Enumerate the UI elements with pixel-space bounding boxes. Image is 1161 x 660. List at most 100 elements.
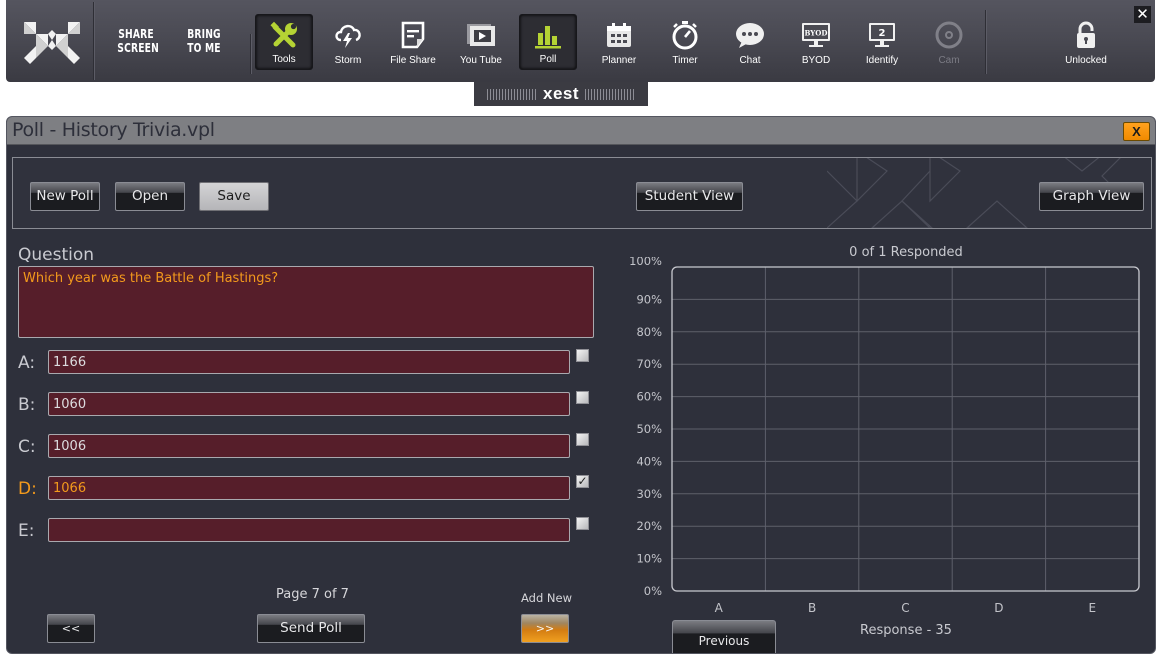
tools-icon xyxy=(270,21,297,48)
share-screen-button[interactable]: SHARE SCREEN xyxy=(117,27,159,55)
window-close-button[interactable]: X xyxy=(1123,122,1150,141)
tool-poll[interactable]: Poll xyxy=(519,14,577,70)
identify-monitor-icon: 2 xyxy=(869,23,895,47)
lock-label: Unlocked xyxy=(1065,55,1107,66)
window-title: Poll - History Trivia.vpl xyxy=(12,119,215,141)
tool-cam[interactable]: Cam xyxy=(920,14,978,70)
y-tick-label: 20% xyxy=(636,519,662,533)
tool-timer-label: Timer xyxy=(672,55,698,66)
y-tick-label: 0% xyxy=(644,584,662,598)
poll-actions-panel: New Poll Open Save Student View Graph Vi… xyxy=(12,157,1152,229)
tool-storm-label: Storm xyxy=(334,55,362,66)
x-tick-label: A xyxy=(715,601,724,615)
tool-chat-label: Chat xyxy=(739,55,761,66)
tool-timer[interactable]: Timer xyxy=(656,14,714,70)
y-tick-label: 90% xyxy=(636,292,662,306)
x-tick-label: D xyxy=(994,601,1003,615)
tool-planner[interactable]: Planner xyxy=(590,14,648,70)
tool-planner-label: Planner xyxy=(601,55,637,66)
brand-grip-left xyxy=(486,89,537,101)
storm-cloud-icon xyxy=(335,24,361,48)
y-tick-label: 50% xyxy=(636,422,662,436)
tool-byod[interactable]: BYOD BYOD xyxy=(787,14,845,70)
question-textarea[interactable]: Which year was the Battle of Hastings? xyxy=(18,266,594,338)
y-tick-label: 30% xyxy=(636,487,662,501)
y-tick-label: 70% xyxy=(636,357,662,371)
share-screen-label-line2: SCREEN xyxy=(117,41,159,55)
byod-screen-text: BYOD xyxy=(805,29,828,38)
toolbar-divider xyxy=(93,2,94,80)
add-new-label: Add New xyxy=(521,591,573,605)
share-screen-label-line1: SHARE xyxy=(118,27,154,41)
checkmark-icon: ✓ xyxy=(577,474,588,488)
identify-screen-text: 2 xyxy=(879,28,886,39)
page-indicator: Page 7 of 7 xyxy=(276,587,349,602)
bring-to-me-label-line1: BRING xyxy=(187,27,221,41)
brand-tab[interactable]: xest xyxy=(474,82,648,106)
toolbar-divider xyxy=(250,34,251,74)
correct-checkbox-e[interactable] xyxy=(576,517,589,530)
stopwatch-icon xyxy=(672,21,698,50)
tool-identify[interactable]: 2 Identify xyxy=(853,14,911,70)
tool-chat[interactable]: Chat xyxy=(721,14,779,70)
unlocked-padlock-icon xyxy=(1077,21,1095,48)
calendar-icon xyxy=(607,23,631,47)
add-new-page-button[interactable]: >> xyxy=(521,614,569,643)
answer-row-a: A: 1166 xyxy=(18,349,598,374)
answer-letter: A: xyxy=(18,353,36,373)
correct-checkbox-d[interactable]: ✓ xyxy=(576,475,589,488)
tool-byod-label: BYOD xyxy=(801,55,831,66)
toolbar-divider xyxy=(985,10,986,74)
y-tick-label: 100% xyxy=(629,257,662,268)
response-label: Response - 35 xyxy=(860,623,952,638)
chat-bubble-icon xyxy=(736,23,764,48)
correct-checkbox-b[interactable] xyxy=(576,391,589,404)
student-view-button[interactable]: Student View xyxy=(636,182,743,211)
tool-storm[interactable]: Storm xyxy=(319,14,377,70)
open-button[interactable]: Open xyxy=(115,182,185,211)
save-button[interactable]: Save xyxy=(199,182,269,211)
camera-icon xyxy=(935,21,963,49)
brand-grip-right xyxy=(585,89,636,101)
file-share-icon xyxy=(401,21,425,49)
lock-toggle[interactable]: Unlocked xyxy=(1056,14,1116,70)
y-tick-label: 10% xyxy=(636,552,662,566)
tool-file-share[interactable]: File Share xyxy=(384,14,442,70)
answer-letter: D: xyxy=(18,479,37,499)
answer-row-c: C: 1006 xyxy=(18,433,598,458)
question-label: Question xyxy=(18,245,95,265)
previous-response-button[interactable]: Previous xyxy=(672,620,776,653)
tool-poll-label: Poll xyxy=(539,54,557,65)
tool-file-share-label: File Share xyxy=(390,55,436,66)
tool-tools-label: Tools xyxy=(272,54,296,65)
bar-chart-icon xyxy=(535,26,561,49)
close-icon: ✕ xyxy=(1136,6,1149,23)
video-icon xyxy=(467,24,495,46)
poll-window: Poll - History Trivia.vpl X New Poll Ope… xyxy=(6,116,1156,654)
answer-letter: E: xyxy=(18,521,35,541)
answer-input-a[interactable]: 1166 xyxy=(48,350,570,374)
answer-row-b: B: 1060 xyxy=(18,391,598,416)
answer-input-b[interactable]: 1060 xyxy=(48,392,570,416)
answer-row-e: E: xyxy=(18,517,598,542)
tool-tools[interactable]: Tools xyxy=(255,14,313,70)
answer-input-e[interactable] xyxy=(48,518,570,542)
tool-youtube[interactable]: You Tube xyxy=(452,14,510,70)
graph-view-button[interactable]: Graph View xyxy=(1039,182,1144,211)
toolbar-close-button[interactable]: ✕ xyxy=(1134,6,1151,23)
previous-page-button[interactable]: << xyxy=(47,614,95,643)
x-tick-label: B xyxy=(808,601,816,615)
byod-monitor-icon: BYOD xyxy=(802,23,830,47)
correct-checkbox-a[interactable] xyxy=(576,349,589,362)
window-titlebar[interactable]: Poll - History Trivia.vpl xyxy=(7,117,1155,145)
correct-checkbox-c[interactable] xyxy=(576,433,589,446)
answer-row-d: D: 1066 ✓ xyxy=(18,475,598,500)
y-tick-label: 60% xyxy=(636,390,662,404)
send-poll-button[interactable]: Send Poll xyxy=(257,614,365,643)
answer-input-d[interactable]: 1066 xyxy=(48,476,570,500)
answer-letter: C: xyxy=(18,437,36,457)
tool-identify-label: Identify xyxy=(865,55,899,66)
bring-to-me-button[interactable]: BRING TO ME xyxy=(185,27,222,55)
new-poll-button[interactable]: New Poll xyxy=(30,182,100,211)
answer-input-c[interactable]: 1006 xyxy=(48,434,570,458)
